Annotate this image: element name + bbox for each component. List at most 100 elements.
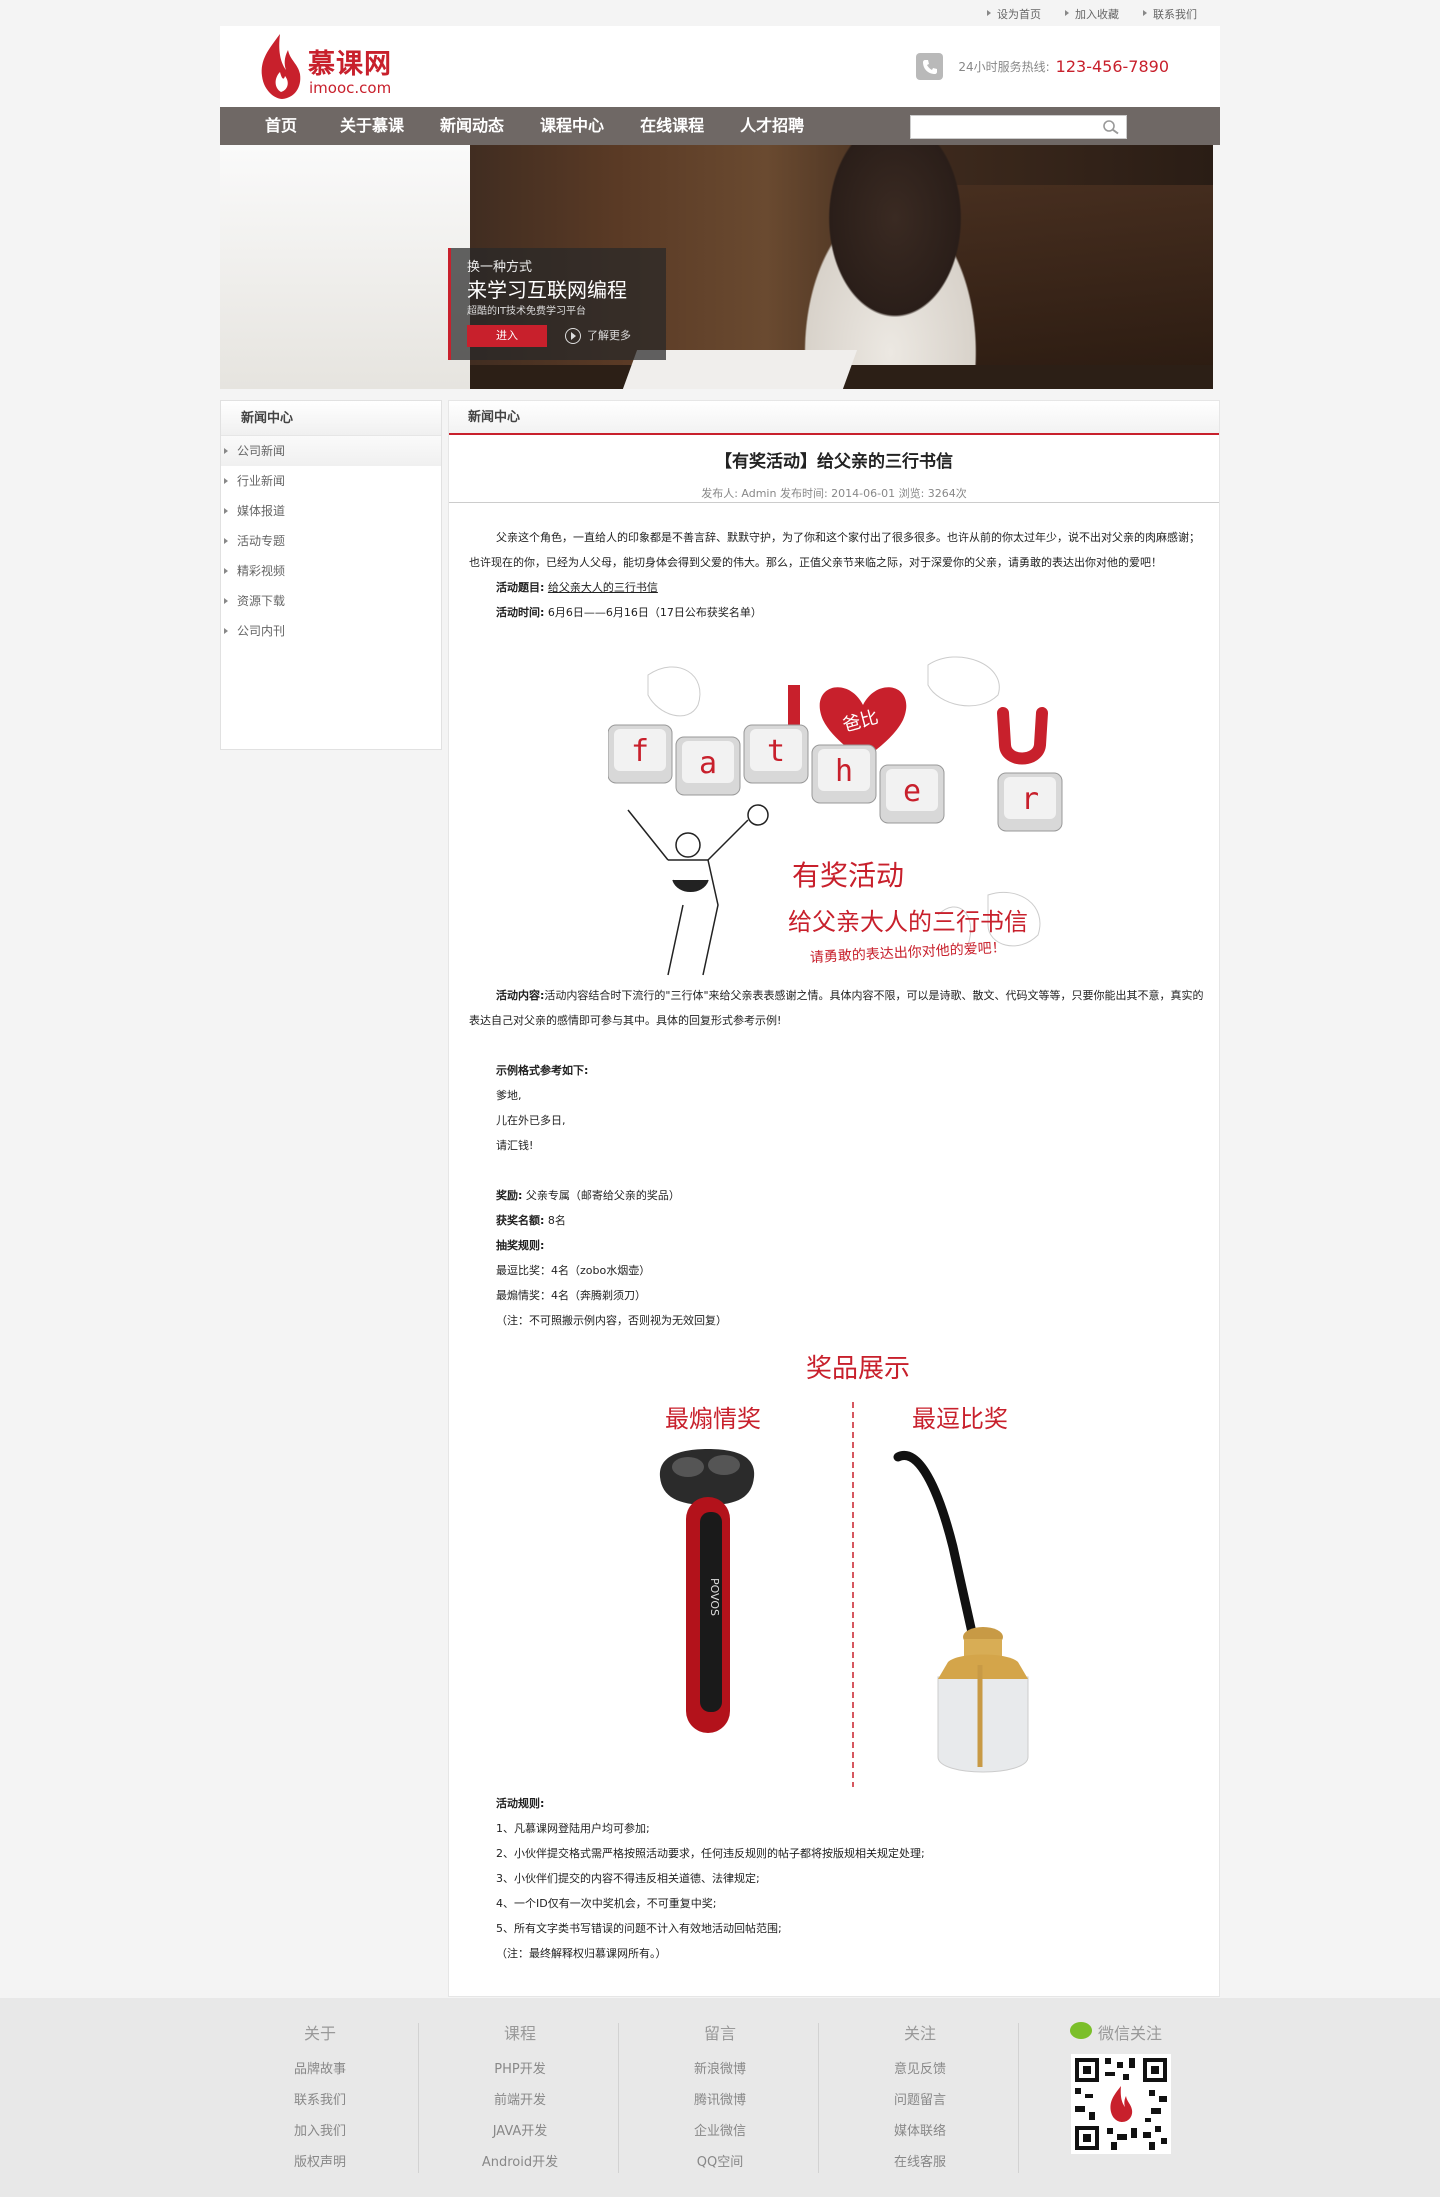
key-letter: f <box>631 734 649 769</box>
prize-line: 奖励: 父亲专属（邮寄给父亲的奖品） <box>469 1183 1205 1208</box>
prize-value: 父亲专属（邮寄给父亲的奖品） <box>525 1189 680 1202</box>
example-line: 请汇钱! <box>496 1139 534 1152</box>
footer-link[interactable]: 媒体联络 <box>820 2116 1020 2147</box>
hotline-number: 123-456-7890 <box>1055 57 1169 76</box>
article-intro: 父亲这个角色，一直给人的印象都是不善言辞、默默守护，为了你和这个家付出了很多很多… <box>469 531 1200 569</box>
prize-right-label: 最逗比奖 <box>912 1405 1008 1433</box>
footer-column-title: 留言 <box>703 2024 736 2043</box>
footer-column-messages: 留言 新浪微博 腾讯微博 企业微信 QQ空间 <box>620 2020 820 2178</box>
key-letter: h <box>835 754 853 789</box>
sidebar-item-downloads[interactable]: 资源下载 <box>221 586 441 616</box>
article-time-line: 活动时间: 6月6日——6月16日（17日公布获奖名单） <box>469 600 1205 625</box>
banner-promo-box: 换一种方式 来学习互联网编程 超酷的IT技术免费学习平台 进入 了解更多 <box>448 248 666 360</box>
activity-rule: （注：最终解释权归慕课网所有。） <box>496 1947 667 1960</box>
footer-link[interactable]: 企业微信 <box>620 2116 820 2147</box>
key-letter: a <box>699 746 717 781</box>
nav-item-news[interactable]: 新闻动态 <box>440 107 504 145</box>
article-divider <box>449 502 1219 503</box>
site-header: 慕课网 imooc.com 24小时服务热线: 123-456-7890 <box>220 26 1220 107</box>
site-footer: 关于 品牌故事 联系我们 加入我们 版权声明 课程 PHP开发 前端开发 JAV… <box>0 1998 1440 2197</box>
banner-headline: 来学习互联网编程 <box>467 278 627 302</box>
activity-rule: 4、一个ID仅有一次中奖机会，不可重复中奖; <box>496 1897 717 1910</box>
nav-item-about[interactable]: 关于慕课 <box>340 107 404 145</box>
footer-divider <box>1018 2023 1019 2173</box>
topic-link[interactable]: 给父亲大人的三行书信 <box>548 581 658 594</box>
article-title: 【有奖活动】给父亲的三行书信 <box>715 452 953 472</box>
prize-label: 奖励: <box>496 1189 523 1202</box>
activity-rule: 2、小伙伴提交格式需严格按照活动要求，任何违反规则的帖子都将按版规相关规定处理; <box>496 1847 925 1860</box>
footer-link[interactable]: QQ空间 <box>620 2147 820 2178</box>
prize-left-label: 最煽情奖 <box>665 1405 761 1433</box>
count-value: 8名 <box>547 1214 566 1227</box>
sidebar-item-videos[interactable]: 精彩视频 <box>221 556 441 586</box>
footer-column-title: 课程 <box>503 2024 536 2043</box>
content-value: 活动内容结合时下流行的"三行体"来给父亲表表感谢之情。具体内容不限，可以是诗歌、… <box>469 989 1204 1027</box>
banner-enter-button[interactable]: 进入 <box>467 325 547 347</box>
site-logo[interactable]: 慕课网 imooc.com <box>258 32 418 102</box>
content-label: 活动内容: <box>496 989 545 1002</box>
father-child-sketch <box>627 804 769 976</box>
nav-item-home[interactable]: 首页 <box>265 107 297 145</box>
footer-link[interactable]: 前端开发 <box>420 2085 620 2116</box>
nav-item-jobs[interactable]: 人才招聘 <box>740 107 804 145</box>
footer-link[interactable]: JAVA开发 <box>420 2116 620 2147</box>
rule-label-line: 抽奖规则: <box>469 1233 1205 1258</box>
sidebar-item-media-reports[interactable]: 媒体报道 <box>221 496 441 526</box>
article-meta: 发布人: Admin 发布时间: 2014-06-01 浏览: 3264次 <box>701 487 967 500</box>
search-box <box>910 115 1127 139</box>
footer-column-title: 关于 <box>303 2024 336 2043</box>
banner-more-button[interactable]: 了解更多 <box>563 325 631 347</box>
footer-link[interactable]: 版权声明 <box>220 2147 420 2178</box>
sidebar-item-magazine[interactable]: 公司内刊 <box>221 616 441 646</box>
prize-showcase-title: 奖品展示 <box>806 1354 910 1384</box>
add-favorite-link[interactable]: 加入收藏 <box>1063 6 1119 22</box>
footer-link[interactable]: 联系我们 <box>220 2085 420 2116</box>
example-label-line: 示例格式参考如下: <box>469 1058 1205 1083</box>
footer-link[interactable]: 腾讯微博 <box>620 2085 820 2116</box>
image1-caption2: 给父亲大人的三行书信 <box>788 908 1028 936</box>
example-label: 示例格式参考如下: <box>496 1064 589 1077</box>
activity-rule: 3、小伙伴们提交的内容不得违反相关道德、法律规定; <box>496 1872 760 1885</box>
activity-rules-label: 活动规则: <box>496 1797 545 1810</box>
footer-link[interactable]: 问题留言 <box>820 2085 1020 2116</box>
letter-u <box>997 707 1048 765</box>
footer-link[interactable]: 意见反馈 <box>820 2054 1020 2085</box>
shaver-brand: POVOS <box>708 1578 721 1616</box>
footer-column-title: 关注 <box>903 2024 936 2043</box>
footer-divider <box>618 2023 619 2173</box>
activity-rule: 5、所有文字类书写错误的问题不计入有效地活动回帖范围; <box>496 1922 782 1935</box>
sidebar-title: 新闻中心 <box>221 401 441 436</box>
sidebar-list: 公司新闻 行业新闻 媒体报道 活动专题 精彩视频 资源下载 公司内刊 <box>221 436 441 646</box>
banner-tagline: 超酷的IT技术免费学习平台 <box>467 306 587 317</box>
top-links: 设为首页 加入收藏 联系我们 <box>985 6 1197 22</box>
sidebar-item-industry-news[interactable]: 行业新闻 <box>221 466 441 496</box>
contact-us-link[interactable]: 联系我们 <box>1141 6 1197 22</box>
nav-item-courses[interactable]: 课程中心 <box>540 107 604 145</box>
top-utility-bar: 设为首页 加入收藏 联系我们 <box>0 0 1440 26</box>
nav-item-online-courses[interactable]: 在线课程 <box>640 107 704 145</box>
search-input[interactable] <box>911 116 1091 138</box>
footer-link[interactable]: PHP开发 <box>420 2054 620 2085</box>
footer-link[interactable]: 加入我们 <box>220 2116 420 2147</box>
activity-rule: 1、凡慕课网登陆用户均可参加; <box>496 1822 650 1835</box>
time-value: 6月6日——6月16日（17日公布获奖名单） <box>547 606 762 619</box>
wechat-title: 微信关注 <box>1066 2020 1220 2043</box>
set-homepage-link[interactable]: 设为首页 <box>985 6 1041 22</box>
footer-link[interactable]: Android开发 <box>420 2147 620 2178</box>
sidebar-item-company-news[interactable]: 公司新闻 <box>221 436 441 466</box>
search-button[interactable] <box>1096 116 1126 138</box>
rule-label: 抽奖规则: <box>496 1239 545 1252</box>
prize-showcase-image: 奖品展示 最煽情奖 最逗比奖 POVOS <box>608 1347 1088 1795</box>
sidebar-item-events[interactable]: 活动专题 <box>221 526 441 556</box>
footer-link[interactable]: 品牌故事 <box>220 2054 420 2085</box>
logo-domain: imooc.com <box>309 79 392 97</box>
footer-link[interactable]: 在线客服 <box>820 2147 1020 2178</box>
example-line: 儿在外已多日, <box>496 1114 566 1127</box>
footer-link[interactable]: 新浪微博 <box>620 2054 820 2085</box>
footer-divider <box>418 2023 419 2173</box>
rule-line: 最逗比奖：4名（zobo水烟壶） <box>496 1264 651 1277</box>
wechat-qr-code-icon[interactable] <box>1071 2054 1171 2154</box>
rule-line: （注：不可照搬示例内容，否则视为无效回复） <box>496 1314 727 1327</box>
